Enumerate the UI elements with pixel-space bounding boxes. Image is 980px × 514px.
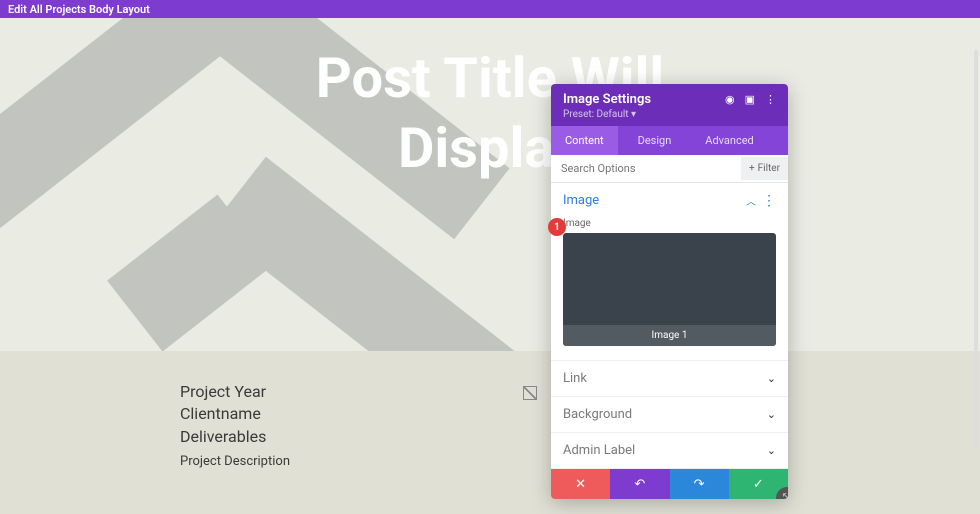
bg-shape (210, 157, 549, 351)
undo-icon: ↶ (634, 477, 645, 492)
search-row: + Filter (551, 155, 788, 183)
search-input[interactable] (551, 155, 741, 182)
chevron-down-icon: ⌄ (767, 444, 776, 457)
image-upload-area[interactable]: Image 1 (563, 233, 776, 346)
section-more-icon[interactable]: ⋮ (762, 197, 776, 205)
more-icon[interactable]: ⋮ (765, 96, 776, 104)
section-admin-label: Admin Label ⌄ (551, 433, 788, 469)
image-preview-body (563, 233, 776, 325)
chevron-up-icon: ︿ (746, 193, 756, 208)
chevron-down-icon: ⌄ (767, 372, 776, 385)
section-background: Background ⌄ (551, 397, 788, 433)
panel-title: Image Settings (563, 92, 651, 107)
hero-area: Post Title Will Display (0, 18, 980, 351)
plus-icon: + (749, 163, 755, 174)
redo-icon: ↷ (694, 477, 705, 492)
section-image-toggle[interactable]: Image ︿ ⋮ (551, 183, 788, 218)
tab-advanced[interactable]: Advanced (691, 126, 767, 155)
preset-selector[interactable]: Preset: Default ▾ (563, 109, 776, 120)
panel-header[interactable]: Image Settings ◉ ▣ ⋮ Preset: Default ▾ (551, 84, 788, 126)
section-background-toggle[interactable]: Background ⌄ (551, 397, 788, 432)
image-field-label: Image (551, 218, 788, 233)
annotation-badge-1: 1 (548, 218, 566, 236)
panel-footer: ✕ ↶ ↷ ✓ (551, 469, 788, 499)
cancel-button[interactable]: ✕ (551, 469, 610, 499)
section-admin-label-toggle[interactable]: Admin Label ⌄ (551, 433, 788, 468)
check-icon: ✓ (753, 477, 764, 492)
chevron-down-icon: ⌄ (767, 408, 776, 421)
redo-button[interactable]: ↷ (670, 469, 729, 499)
undo-button[interactable]: ↶ (610, 469, 669, 499)
panel-tabs: Content Design Advanced (551, 126, 788, 155)
image-settings-panel[interactable]: Image Settings ◉ ▣ ⋮ Preset: Default ▾ C… (551, 84, 788, 499)
tab-content[interactable]: Content (551, 126, 618, 155)
close-icon: ✕ (575, 477, 586, 492)
help-icon[interactable]: ◉ (725, 93, 735, 106)
section-link: Link ⌄ (551, 361, 788, 397)
expand-icon[interactable]: ▣ (745, 93, 755, 106)
image-preview-caption: Image 1 (563, 325, 776, 346)
chevron-down-icon: ▾ (631, 109, 636, 120)
broken-image-icon (523, 386, 537, 400)
section-link-toggle[interactable]: Link ⌄ (551, 361, 788, 396)
top-bar: Edit All Projects Body Layout (0, 0, 980, 18)
section-image: Image ︿ ⋮ Image Image 1 (551, 183, 788, 361)
project-meta-block: Project Year Clientname Deliverables Pro… (0, 351, 980, 469)
scrollbar[interactable] (974, 50, 978, 450)
tab-design[interactable]: Design (624, 126, 686, 155)
filter-button[interactable]: + Filter (741, 157, 788, 180)
top-bar-title: Edit All Projects Body Layout (8, 3, 150, 16)
